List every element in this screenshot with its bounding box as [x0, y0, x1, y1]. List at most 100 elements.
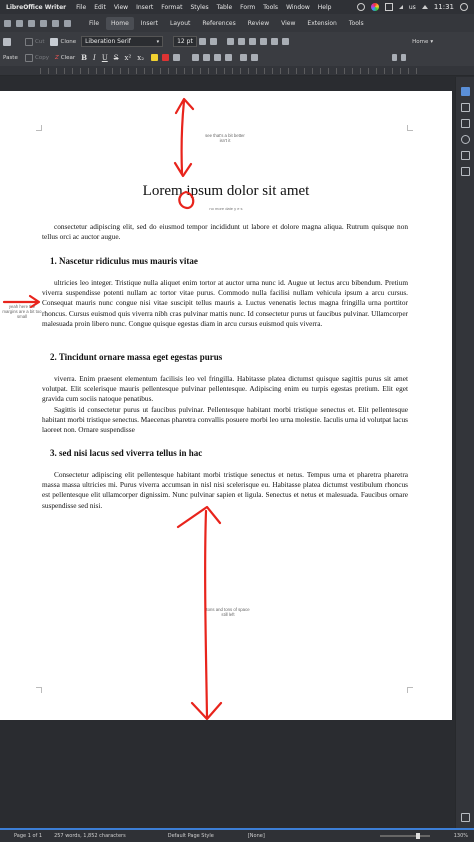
intro-text[interactable]: consectetur adipiscing elit, sed do eius…: [42, 222, 408, 242]
styles-scroll-up-icon[interactable]: [392, 54, 398, 61]
font-name-combo[interactable]: Liberation Serif ▾: [81, 36, 164, 47]
navigator-icon[interactable]: [461, 135, 470, 144]
menu-tools[interactable]: Tools: [259, 4, 282, 11]
document-title[interactable]: Lorem ipsum dolor sit amet: [0, 183, 452, 200]
tab-review[interactable]: Review: [243, 17, 274, 30]
align-center-icon[interactable]: [203, 54, 211, 61]
tab-view[interactable]: View: [276, 17, 300, 30]
update-icon[interactable]: [356, 3, 365, 11]
horizontal-ruler[interactable]: [0, 66, 474, 76]
subscript-button[interactable]: x₂: [134, 54, 147, 62]
section-heading[interactable]: 1. Nascetur ridiculus mus mauris vitae: [50, 256, 198, 266]
status-zoom[interactable]: 130%: [448, 833, 474, 839]
menu-window[interactable]: Window: [282, 4, 314, 11]
intro-paragraph[interactable]: consectetur adipiscing elit, sed do eius…: [42, 222, 408, 242]
status-page-indicator[interactable]: Page 1 of 1: [0, 833, 48, 839]
shrink-font-icon[interactable]: [210, 38, 218, 45]
page-icon[interactable]: [461, 151, 470, 160]
document-subtitle[interactable]: no more date y e s: [0, 206, 452, 211]
menu-edit[interactable]: Edit: [90, 4, 110, 11]
cut-button[interactable]: Cut: [22, 37, 47, 46]
status-word-count[interactable]: 257 words, 1,852 characters: [48, 833, 132, 839]
app-name: LibreOffice Writer: [6, 3, 67, 11]
tab-file[interactable]: File: [84, 17, 104, 30]
grow-font-icon[interactable]: [199, 38, 207, 45]
document-page[interactable]: see that's a bit better isn't it Lorem i…: [0, 91, 452, 720]
tab-tools[interactable]: Tools: [344, 17, 369, 30]
menu-file[interactable]: File: [72, 4, 90, 11]
numbering-icon[interactable]: [238, 38, 246, 45]
save-icon[interactable]: [4, 19, 11, 27]
clipboard-icon[interactable]: [384, 3, 393, 11]
zoom-slider-handle[interactable]: [416, 833, 420, 839]
align-right-icon[interactable]: [214, 54, 222, 61]
copy-button[interactable]: Copy: [22, 53, 52, 62]
font-color-icon[interactable]: [162, 54, 170, 61]
paragraph-style-combo[interactable]: Home ▾: [409, 39, 436, 45]
section-body[interactable]: Consectetur adipiscing elit pellentesque…: [42, 470, 408, 511]
tab-insert[interactable]: Insert: [136, 17, 163, 30]
italic-button[interactable]: I: [90, 54, 99, 62]
menu-form[interactable]: Form: [236, 4, 259, 11]
paste-button[interactable]: [0, 37, 22, 46]
keyboard-layout[interactable]: us: [409, 4, 416, 11]
status-page-style[interactable]: Default Page Style: [162, 833, 220, 839]
gallery-icon[interactable]: [461, 119, 470, 128]
paragraph[interactable]: viverra. Enim praesent elementum facilis…: [42, 374, 408, 405]
tab-extension[interactable]: Extension: [302, 17, 341, 30]
clock[interactable]: 11:31: [434, 3, 454, 11]
justify-icon[interactable]: [225, 54, 233, 61]
paragraph[interactable]: Sagittis id consectetur purus ut faucibu…: [42, 405, 408, 436]
font-size-combo[interactable]: 12 pt: [173, 36, 198, 47]
power-icon[interactable]: [460, 3, 468, 11]
redo-icon[interactable]: [52, 19, 59, 27]
decrease-indent-icon[interactable]: [271, 38, 279, 45]
undo-icon[interactable]: [40, 19, 47, 27]
new-icon[interactable]: [28, 19, 35, 27]
section-heading[interactable]: 3. sed nisi lacus sed viverra tellus in …: [50, 448, 202, 458]
increase-indent-icon[interactable]: [260, 38, 268, 45]
underline-button[interactable]: U: [99, 54, 111, 62]
menu-styles[interactable]: Styles: [186, 4, 212, 11]
styles-scroll-down-icon[interactable]: [401, 54, 407, 61]
char-spacing-icon[interactable]: [173, 54, 181, 61]
strikethrough-button[interactable]: S: [111, 54, 122, 62]
menu-icon[interactable]: [64, 19, 71, 27]
clone-button[interactable]: Clone: [47, 37, 79, 46]
superscript-button[interactable]: x²: [122, 54, 135, 62]
inspector-icon[interactable]: [461, 167, 470, 176]
paragraph[interactable]: Consectetur adipiscing elit pellentesque…: [42, 470, 408, 511]
open-icon[interactable]: [16, 19, 23, 27]
styles-icon[interactable]: [461, 103, 470, 112]
paragraph[interactable]: ultricies leo integer. Tristique nulla a…: [42, 278, 408, 329]
clear-format-button[interactable]: Z Clear: [52, 55, 78, 61]
properties-icon[interactable]: [461, 87, 470, 96]
section-heading[interactable]: 2. Tincidunt ornare massa eget egestas p…: [50, 352, 222, 362]
paragraph-spacing-icon[interactable]: [251, 54, 259, 61]
zoom-slider[interactable]: [380, 833, 430, 839]
paragraph-marks-icon[interactable]: [282, 38, 290, 45]
section-body[interactable]: viverra. Enim praesent elementum facilis…: [42, 374, 408, 435]
menu-view[interactable]: View: [110, 4, 132, 11]
menu-format[interactable]: Format: [157, 4, 186, 11]
network-icon[interactable]: [398, 5, 403, 9]
highlight-icon[interactable]: [151, 54, 159, 61]
document-view[interactable]: see that's a bit better isn't it Lorem i…: [0, 77, 455, 828]
outline-icon[interactable]: [249, 38, 257, 45]
line-spacing-icon[interactable]: [240, 54, 248, 61]
paste-label[interactable]: Paste: [0, 55, 22, 61]
sidebar-settings-icon[interactable]: [461, 813, 470, 822]
color-picker-icon[interactable]: [370, 3, 379, 11]
menu-table[interactable]: Table: [213, 4, 237, 11]
tab-home[interactable]: Home: [106, 16, 134, 30]
tab-layout[interactable]: Layout: [165, 17, 195, 30]
status-language[interactable]: [None]: [242, 833, 271, 839]
bullets-icon[interactable]: [227, 38, 235, 45]
align-left-icon[interactable]: [192, 54, 200, 61]
tab-references[interactable]: References: [197, 17, 240, 30]
expand-tray-icon[interactable]: [421, 5, 428, 9]
section-body[interactable]: ultricies leo integer. Tristique nulla a…: [42, 278, 408, 329]
menu-insert[interactable]: Insert: [132, 4, 157, 11]
menu-help[interactable]: Help: [314, 4, 336, 11]
bold-button[interactable]: B: [78, 53, 90, 62]
